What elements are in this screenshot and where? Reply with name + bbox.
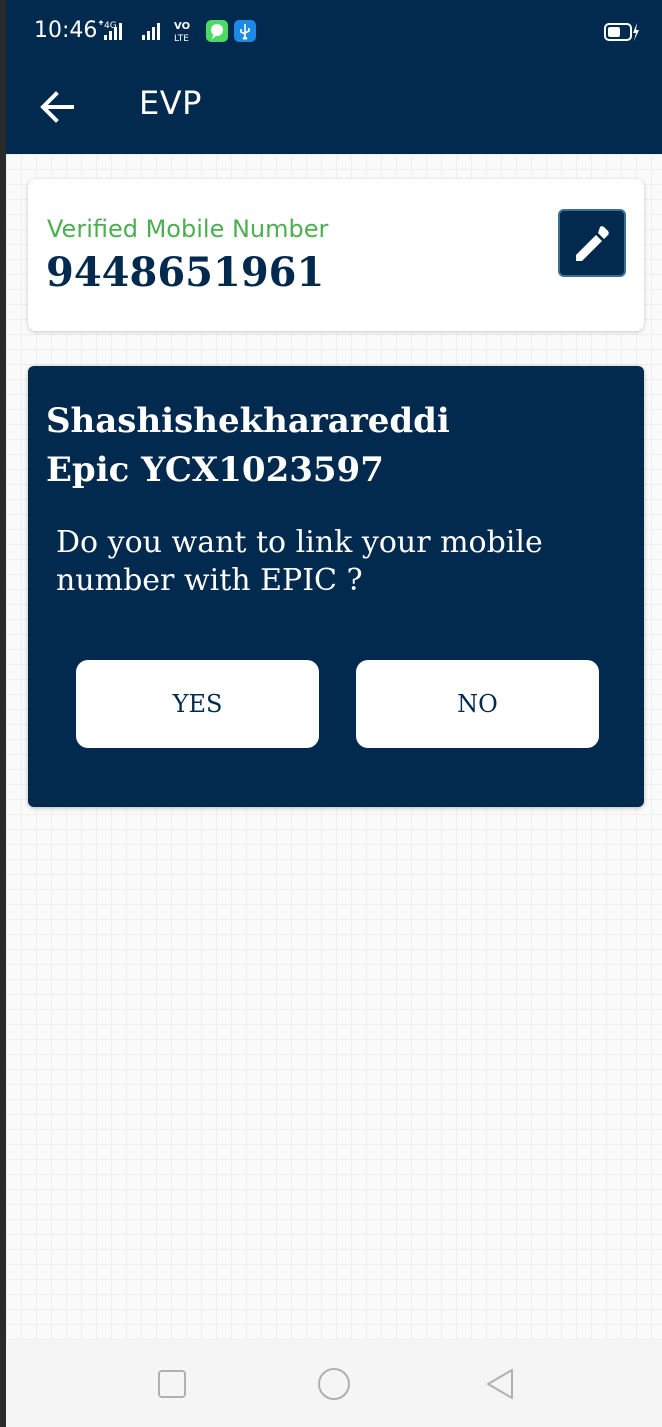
svg-text:VO: VO bbox=[174, 21, 190, 32]
pencil-icon bbox=[576, 226, 609, 261]
epic-link-card: Shashishekharareddi Epic YCX1023597 Do y… bbox=[28, 366, 644, 807]
volte-icon: VO LTE bbox=[174, 21, 190, 44]
app-bar: EVP bbox=[6, 60, 662, 154]
mobile-number: 9448651961 bbox=[46, 249, 325, 296]
elector-name: Shashishekharareddi bbox=[46, 401, 450, 441]
verified-mobile-card: Verified Mobile Number 9448651961 bbox=[28, 179, 644, 331]
edit-mobile-button[interactable] bbox=[558, 209, 626, 277]
link-question: Do you want to link your mobile number w… bbox=[56, 525, 543, 598]
chat-app-icon bbox=[206, 20, 228, 42]
recent-apps-button[interactable] bbox=[154, 1366, 190, 1402]
epic-number: Epic YCX1023597 bbox=[46, 450, 384, 490]
usb-icon bbox=[234, 20, 256, 42]
signal-bars-icon bbox=[142, 23, 160, 40]
square-icon bbox=[158, 1370, 186, 1398]
yes-button[interactable]: YES bbox=[76, 660, 319, 748]
page-title: EVP bbox=[139, 84, 202, 122]
verified-mobile-label: Verified Mobile Number bbox=[47, 215, 329, 243]
signal-4g-icon: 4G bbox=[98, 20, 122, 40]
content-area: Verified Mobile Number 9448651961 Shashi… bbox=[6, 154, 662, 1341]
triangle-back-icon bbox=[487, 1369, 513, 1399]
battery-charging-icon bbox=[604, 23, 639, 41]
circle-icon bbox=[318, 1368, 350, 1400]
no-button[interactable]: NO bbox=[356, 660, 599, 748]
back-button[interactable] bbox=[32, 82, 82, 132]
home-button[interactable] bbox=[316, 1366, 352, 1402]
status-time: 10:46 bbox=[34, 18, 98, 43]
status-icons: 4G VO LTE bbox=[98, 16, 256, 46]
nav-back-button[interactable] bbox=[482, 1366, 518, 1402]
system-nav-bar bbox=[6, 1341, 662, 1427]
status-bar: 10:46 4G VO LTE bbox=[6, 0, 662, 60]
svg-text:LTE: LTE bbox=[174, 34, 189, 44]
arrow-left-icon bbox=[40, 91, 74, 123]
